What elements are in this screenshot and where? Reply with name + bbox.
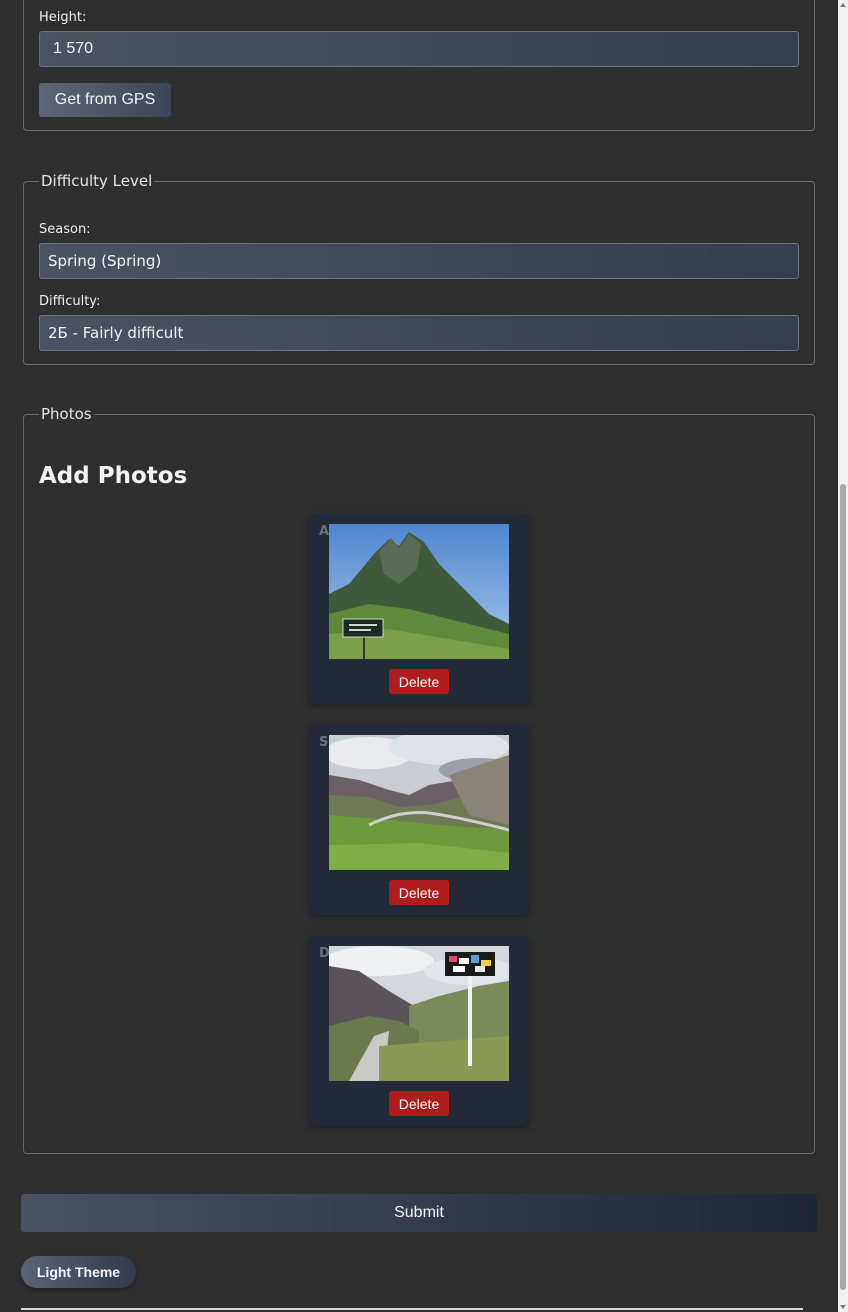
location-fieldset: Height: 1 570 Get from GPS [23,0,815,131]
add-photos-heading: Add Photos [39,463,188,489]
submit-button[interactable]: Submit [21,1194,817,1232]
delete-photo-button[interactable]: Delete [389,1091,449,1116]
height-label: Height: [39,10,87,25]
photo-saddle-image [329,735,509,870]
scrollbar-thumb[interactable] [840,484,846,1290]
page-scrollbar[interactable] [838,0,848,1312]
difficulty-select[interactable]: 2Б - Fairly difficult [39,315,799,351]
difficulty-label: Difficulty: [39,294,101,309]
photo-descent-image [329,946,509,1081]
theme-toggle-button[interactable]: Light Theme [21,1256,136,1288]
delete-photo-button[interactable]: Delete [389,880,449,905]
photo-card: Descent [309,936,529,1126]
page: Height: 1 570 Get from GPS Difficulty Le… [0,0,838,1312]
bottom-divider [21,1308,803,1310]
scroll-down-arrow-icon[interactable] [840,1305,846,1309]
scroll-up-arrow-icon[interactable] [840,3,846,7]
delete-photo-button[interactable]: Delete [389,669,449,694]
get-from-gps-button[interactable]: Get from GPS [39,83,171,117]
photos-fieldset: Photos Add Photos Ascent [23,405,815,1154]
photo-card: Ascent [309,514,529,704]
difficulty-legend: Difficulty Level [41,172,153,190]
season-label: Season: [39,222,91,237]
difficulty-fieldset: Difficulty Level Season: Spring (Spring)… [23,172,815,365]
height-input[interactable]: 1 570 [39,31,799,67]
photo-ascent-image [329,524,509,659]
photos-legend: Photos [41,405,92,423]
season-select[interactable]: Spring (Spring) [39,243,799,279]
photo-card: Saddle Delete [309,725,529,915]
